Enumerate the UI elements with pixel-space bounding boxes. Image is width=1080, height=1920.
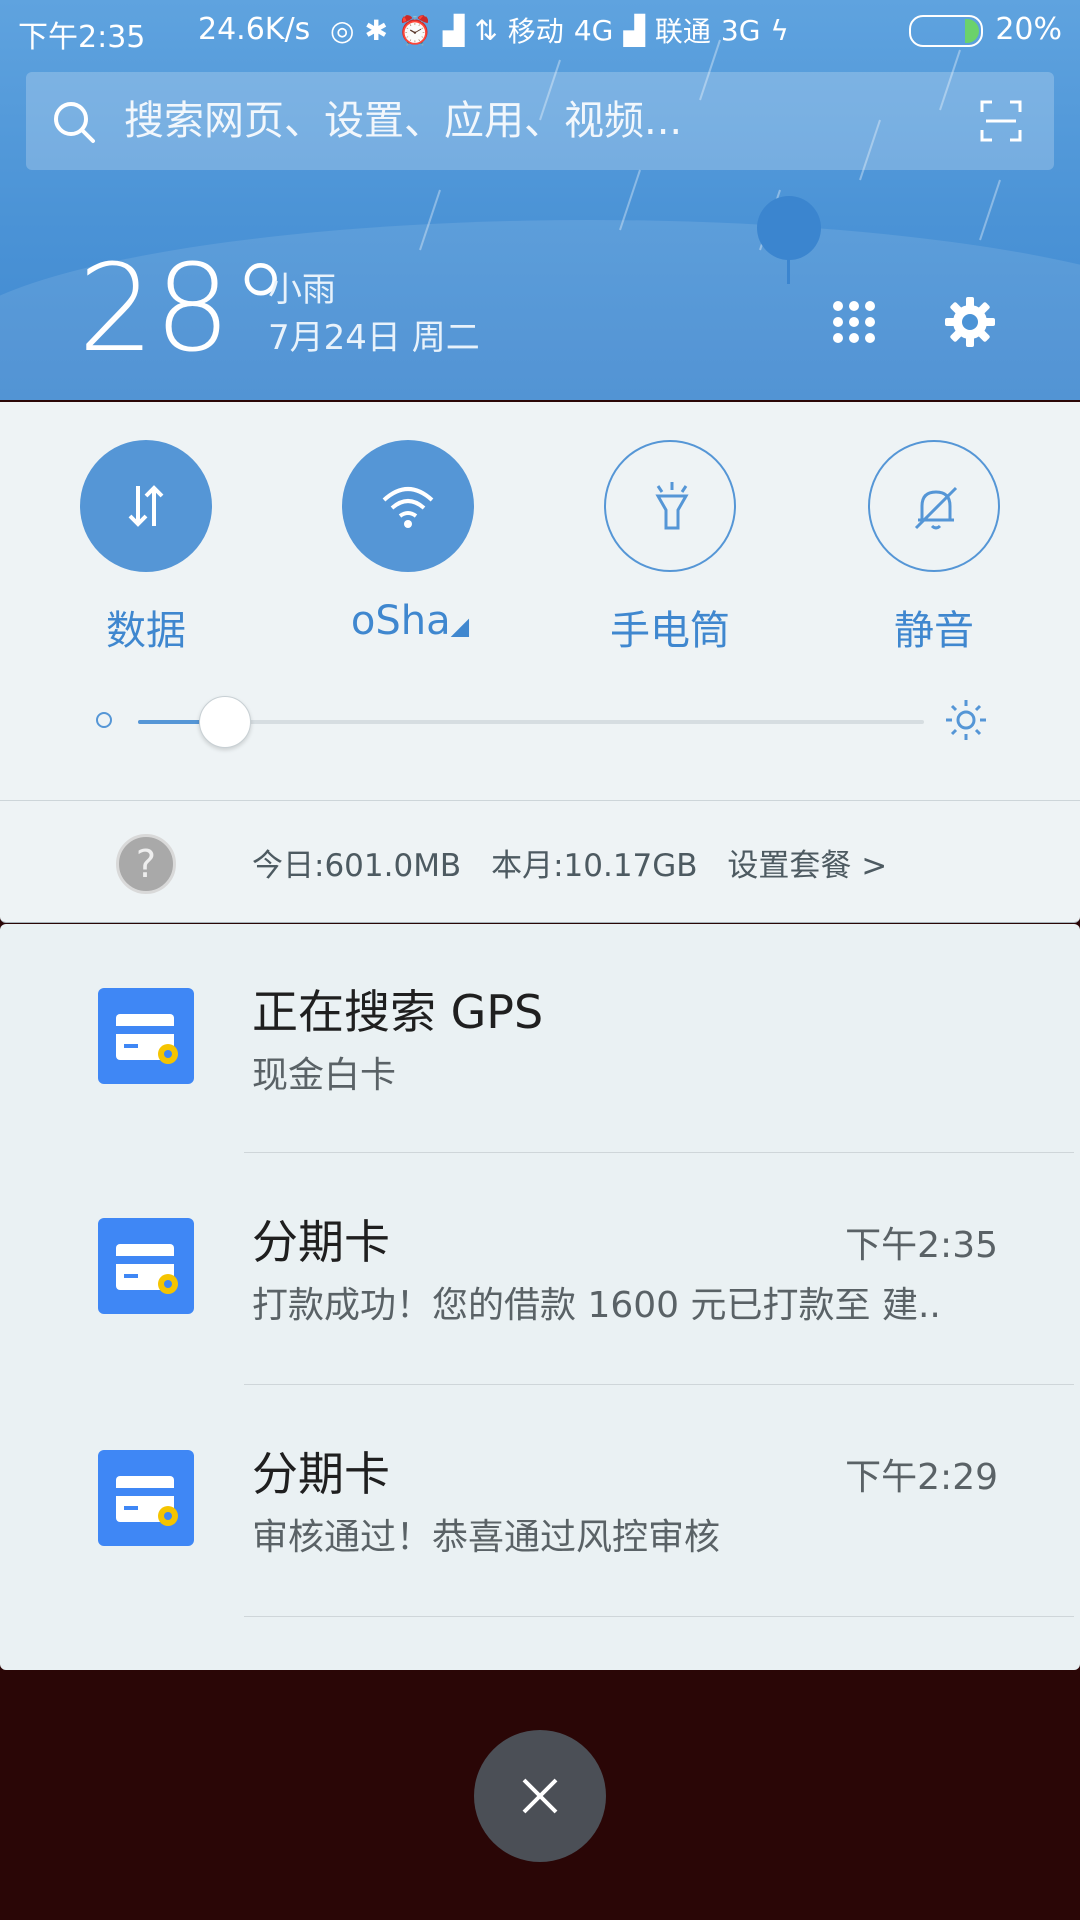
data-transfer-icon: ⇅ [474,13,498,47]
network-type-2: 3G [720,13,761,47]
data-today: 今日:601.0MB [252,848,462,884]
weather-desc: 小雨 [268,270,336,310]
battery-percent: 20% [995,12,1062,47]
notification-list: 正在搜索 GPS 现金白卡 分期卡 下午2:35 打款成功！您的借款 1600 … [0,924,1080,1670]
wifi-dropdown-icon[interactable]: ◢ [451,612,469,640]
notification-body: 审核通过！恭喜通过风控审核 [252,1517,721,1558]
toggle-wifi-label: oSha◢ [350,598,470,644]
tree-icon [757,196,821,284]
status-icons: ◎ ✱ ⏰ ▟ ⇅ 移动 4G ▟ 联通 3G ϟ [330,10,789,50]
battery-icon [909,14,984,47]
toggle-mute[interactable] [868,440,1000,572]
notification-title: 分期卡 [252,1215,390,1269]
toggle-flashlight-label: 手电筒 [610,608,730,654]
notification-item[interactable]: 正在搜索 GPS 现金白卡 [0,924,1080,1154]
quick-settings-panel: 数据 oSha◢ 手电筒 静音 ? 今日:601.0MB 本月:10.17GB … [0,402,1080,923]
carrier-2: 联通 [654,15,711,48]
signal-icon: ▟ [442,13,465,47]
toggle-data-label: 数据 [106,608,186,654]
search-input[interactable] [122,90,926,152]
set-plan-link[interactable]: 设置套餐 > [727,848,887,884]
notification-title: 分期卡 [252,1447,390,1501]
signal-icon-2: ▟ [623,13,645,47]
notification-body: 打款成功！您的借款 1600 元已打款至 建.. [252,1285,941,1326]
alarm-icon: ⏰ [397,13,433,47]
notification-body: 现金白卡 [252,1055,397,1096]
settings-gear-icon[interactable] [944,296,996,348]
scan-icon[interactable] [980,100,1022,142]
brightness-high-icon [946,700,986,740]
search-icon [54,102,95,143]
hotspot-icon: ◎ [330,13,355,47]
divider [0,800,1080,801]
weather-header: 下午2:35 24.6K/s ◎ ✱ ⏰ ▟ ⇅ 移动 4G ▟ 联通 3G ϟ… [0,0,1080,400]
notification-item[interactable]: 分期卡 下午2:29 审核通过！恭喜通过风控审核 [0,1388,1080,1618]
brightness-thumb[interactable] [199,696,252,748]
brightness-slider[interactable] [138,696,924,748]
apps-grid-icon[interactable] [832,300,876,344]
wifi-icon [382,487,434,528]
status-bar: 下午2:35 24.6K/s ◎ ✱ ⏰ ▟ ⇅ 移动 4G ▟ 联通 3G ϟ… [0,0,1080,58]
toggle-wifi[interactable] [342,440,474,572]
search-bar[interactable] [26,72,1054,170]
network-speed: 24.6K/s [198,12,311,47]
carrier-1: 移动 [507,15,564,48]
data-arrows-icon [128,485,164,527]
data-month: 本月:10.17GB [491,848,698,884]
bluetooth-icon: ✱ [364,13,388,47]
bell-mute-icon [914,486,958,530]
toggle-flashlight[interactable] [604,440,736,572]
separator [244,1384,1074,1385]
close-icon [522,1778,558,1814]
flashlight-icon [655,482,689,530]
data-usage: 今日:601.0MB 本月:10.17GB 设置套餐 > [252,840,907,885]
card-app-icon [98,1218,194,1314]
notification-title: 正在搜索 GPS [252,985,544,1039]
notification-time: 下午2:29 [845,1457,998,1498]
battery-area: 20% [909,12,1062,47]
notification-time: 下午2:35 [845,1225,998,1266]
toggle-data[interactable] [80,440,212,572]
temperature: 28° [78,240,291,379]
card-app-icon [98,1450,194,1546]
date: 7月24日 周二 [268,318,480,358]
status-time: 下午2:35 [18,20,146,55]
brightness-low-icon [96,712,112,728]
notification-item[interactable]: 分期卡 下午2:35 打款成功！您的借款 1600 元已打款至 建.. [0,1156,1080,1386]
help-icon[interactable]: ? [116,834,176,894]
separator [244,1616,1074,1617]
charging-icon: ϟ [770,13,789,47]
toggle-mute-label: 静音 [894,608,974,654]
card-app-icon [98,988,194,1084]
network-type-1: 4G [573,13,614,47]
separator [244,1152,1074,1153]
clear-notifications-button[interactable] [474,1730,606,1862]
